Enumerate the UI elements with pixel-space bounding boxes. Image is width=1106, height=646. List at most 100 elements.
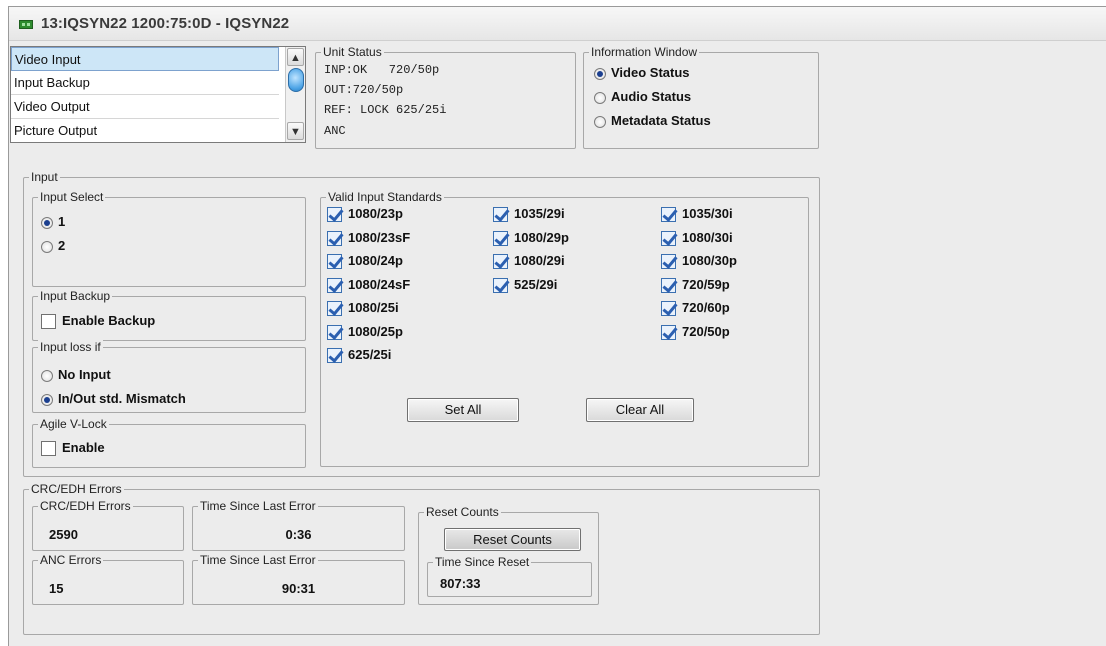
video-status-label: Video Status <box>611 65 690 80</box>
standard-checkbox[interactable]: 1080/29p <box>493 230 569 246</box>
information-window-legend: Information Window <box>589 45 700 59</box>
audio-status-label: Audio Status <box>611 89 692 104</box>
checkbox-checked-icon[interactable] <box>493 254 508 270</box>
scroll-up-icon[interactable]: ▲ <box>287 48 304 66</box>
checkbox-checked-icon[interactable] <box>327 230 342 246</box>
status-reference: REF: LOCK 625/25i <box>324 103 447 117</box>
nav-scrollbar[interactable]: ▲ ▼ <box>285 47 305 142</box>
input-select-legend: Input Select <box>38 190 106 204</box>
metadata-status-radio[interactable]: Metadata Status <box>594 113 711 128</box>
nav-item-picture-output[interactable]: Picture Output <box>11 119 279 142</box>
standard-checkbox[interactable]: 525/29i <box>493 277 557 293</box>
standard-checkbox[interactable]: 1080/25p <box>327 324 403 340</box>
standard-label: 1080/23sF <box>348 229 411 245</box>
checkbox-checked-icon[interactable] <box>327 254 342 270</box>
radio-selected-icon[interactable] <box>41 393 53 406</box>
checkbox-checked-icon[interactable] <box>327 301 342 317</box>
checkbox-checked-icon[interactable] <box>327 277 342 293</box>
standard-label: 1080/25i <box>348 300 399 315</box>
standard-checkbox[interactable]: 1080/24p <box>327 253 403 270</box>
standard-checkbox[interactable]: 1080/30i <box>661 230 733 246</box>
standard-checkbox[interactable]: 1080/23sF <box>327 230 410 246</box>
scroll-down-icon[interactable]: ▼ <box>287 122 304 140</box>
standard-label: 1080/24p <box>348 253 403 268</box>
agile-vlock-enable-checkbox[interactable]: Enable <box>41 440 105 457</box>
valid-standards-legend: Valid Input Standards <box>326 190 444 204</box>
no-input-radio[interactable]: No Input <box>41 367 111 382</box>
nav-listbox[interactable]: Video Input Input Backup Video Output Pi… <box>10 46 306 143</box>
reset-counts-button[interactable]: Reset Counts <box>444 528 581 551</box>
anc-time-value: 90:31 <box>281 581 316 596</box>
checkbox-checked-icon[interactable] <box>661 324 676 340</box>
anc-time-legend: Time Since Last Error <box>198 553 318 567</box>
checkbox-checked-icon[interactable] <box>661 277 676 293</box>
standard-checkbox[interactable]: 720/60p <box>661 300 730 317</box>
radio-selected-icon[interactable] <box>41 216 53 229</box>
checkbox-icon[interactable] <box>41 441 56 457</box>
standard-checkbox[interactable]: 1080/24sF <box>327 277 410 293</box>
checkbox-checked-icon[interactable] <box>327 207 342 223</box>
crc-errors-box: CRC/EDH Errors 2590 <box>32 499 184 551</box>
checkbox-icon[interactable] <box>41 314 56 330</box>
information-window-group: Information Window Video Status Audio St… <box>583 45 819 149</box>
checkbox-checked-icon[interactable] <box>661 207 676 223</box>
radio-selected-icon[interactable] <box>594 67 606 80</box>
standard-label: 625/25i <box>348 347 392 362</box>
standard-checkbox[interactable]: 720/50p <box>661 324 730 340</box>
standard-label: 1080/23p <box>348 206 403 221</box>
reset-counts-legend: Reset Counts <box>424 505 501 519</box>
radio-icon[interactable] <box>594 91 606 104</box>
input-legend: Input <box>29 170 60 184</box>
mismatch-label: In/Out std. Mismatch <box>58 391 186 406</box>
mismatch-radio[interactable]: In/Out std. Mismatch <box>41 391 186 406</box>
checkbox-checked-icon[interactable] <box>493 230 508 246</box>
input-1-label: 1 <box>58 214 66 229</box>
scroll-thumb[interactable] <box>288 68 304 92</box>
checkbox-checked-icon[interactable] <box>493 277 508 293</box>
checkbox-checked-icon[interactable] <box>661 230 676 246</box>
standard-checkbox[interactable]: 1035/30i <box>661 206 733 223</box>
title-bar: 13:IQSYN22 1200:75:0D - IQSYN22 <box>9 7 1106 41</box>
nav-item-video-output[interactable]: Video Output <box>11 95 279 119</box>
crc-errors-value: 2590 <box>49 527 78 542</box>
input-1-radio[interactable]: 1 <box>41 214 65 229</box>
standard-label: 1080/30i <box>682 229 733 245</box>
standard-checkbox[interactable]: 1080/29i <box>493 253 565 270</box>
set-all-button[interactable]: Set All <box>407 398 519 422</box>
time-since-reset-legend: Time Since Reset <box>433 555 532 569</box>
agile-vlock-group: Agile V-Lock Enable <box>32 417 306 468</box>
checkbox-checked-icon[interactable] <box>661 254 676 270</box>
standard-checkbox[interactable]: 1035/29i <box>493 206 565 223</box>
input-loss-group: Input loss if No Input In/Out std. Misma… <box>32 340 306 413</box>
standard-label: 1035/29i <box>514 206 565 221</box>
agile-vlock-legend: Agile V-Lock <box>38 417 109 431</box>
standard-checkbox[interactable]: 720/59p <box>661 277 730 293</box>
checkbox-checked-icon[interactable] <box>327 348 342 364</box>
input-loss-legend: Input loss if <box>38 340 103 354</box>
standard-checkbox[interactable]: 1080/23p <box>327 206 403 223</box>
reset-counts-group: Reset Counts Reset Counts Time Since Res… <box>418 505 599 605</box>
standard-checkbox[interactable]: 1080/30p <box>661 253 737 270</box>
valid-standards-group: Valid Input Standards 1080/23p 1080/23sF 1… <box>320 190 809 467</box>
checkbox-checked-icon[interactable] <box>327 324 342 340</box>
video-status-radio[interactable]: Video Status <box>594 65 690 80</box>
checkbox-checked-icon[interactable] <box>493 207 508 223</box>
status-anc: ANC <box>324 124 346 138</box>
checkbox-checked-icon[interactable] <box>661 301 676 317</box>
enable-backup-checkbox[interactable]: Enable Backup <box>41 313 155 330</box>
radio-icon[interactable] <box>594 115 606 128</box>
audio-status-radio[interactable]: Audio Status <box>594 89 691 104</box>
radio-icon[interactable] <box>41 240 53 253</box>
nav-item-input-backup[interactable]: Input Backup <box>11 71 279 95</box>
input-2-label: 2 <box>58 238 66 253</box>
clear-all-button[interactable]: Clear All <box>586 398 694 422</box>
standard-checkbox[interactable]: 1080/25i <box>327 300 399 317</box>
input-2-radio[interactable]: 2 <box>41 238 65 253</box>
time-since-reset-value: 807:33 <box>440 576 481 591</box>
crc-time-box: Time Since Last Error 0:36 <box>192 499 405 551</box>
nav-item-video-input[interactable]: Video Input <box>11 47 279 71</box>
standard-label: 1035/30i <box>682 206 733 221</box>
radio-icon[interactable] <box>41 369 53 382</box>
standard-checkbox[interactable]: 625/25i <box>327 347 392 364</box>
crc-legend: CRC/EDH Errors <box>29 482 124 496</box>
